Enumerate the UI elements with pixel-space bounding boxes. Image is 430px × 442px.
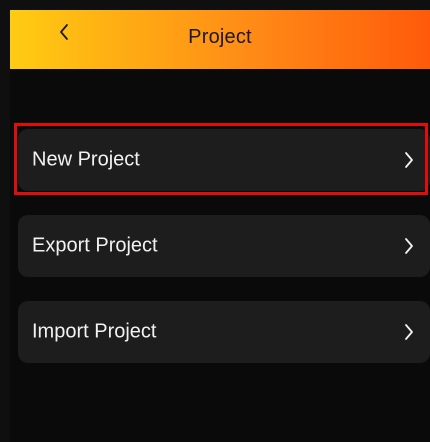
new-project-label: New Project bbox=[32, 148, 140, 171]
chevron-right-icon bbox=[405, 238, 413, 254]
import-project-label: Import Project bbox=[32, 320, 157, 343]
project-menu: New Project Export Project Import Projec… bbox=[10, 10, 430, 442]
export-project-item[interactable]: Export Project bbox=[18, 215, 430, 277]
chevron-right-icon bbox=[405, 324, 413, 340]
project-page: Project New Project Export Project Impor… bbox=[10, 10, 430, 442]
chevron-right-icon bbox=[405, 152, 413, 168]
export-project-label: Export Project bbox=[32, 234, 158, 257]
app-screen: Project New Project Export Project Impor… bbox=[0, 0, 430, 442]
import-project-item[interactable]: Import Project bbox=[18, 301, 430, 363]
new-project-item[interactable]: New Project bbox=[18, 129, 430, 191]
